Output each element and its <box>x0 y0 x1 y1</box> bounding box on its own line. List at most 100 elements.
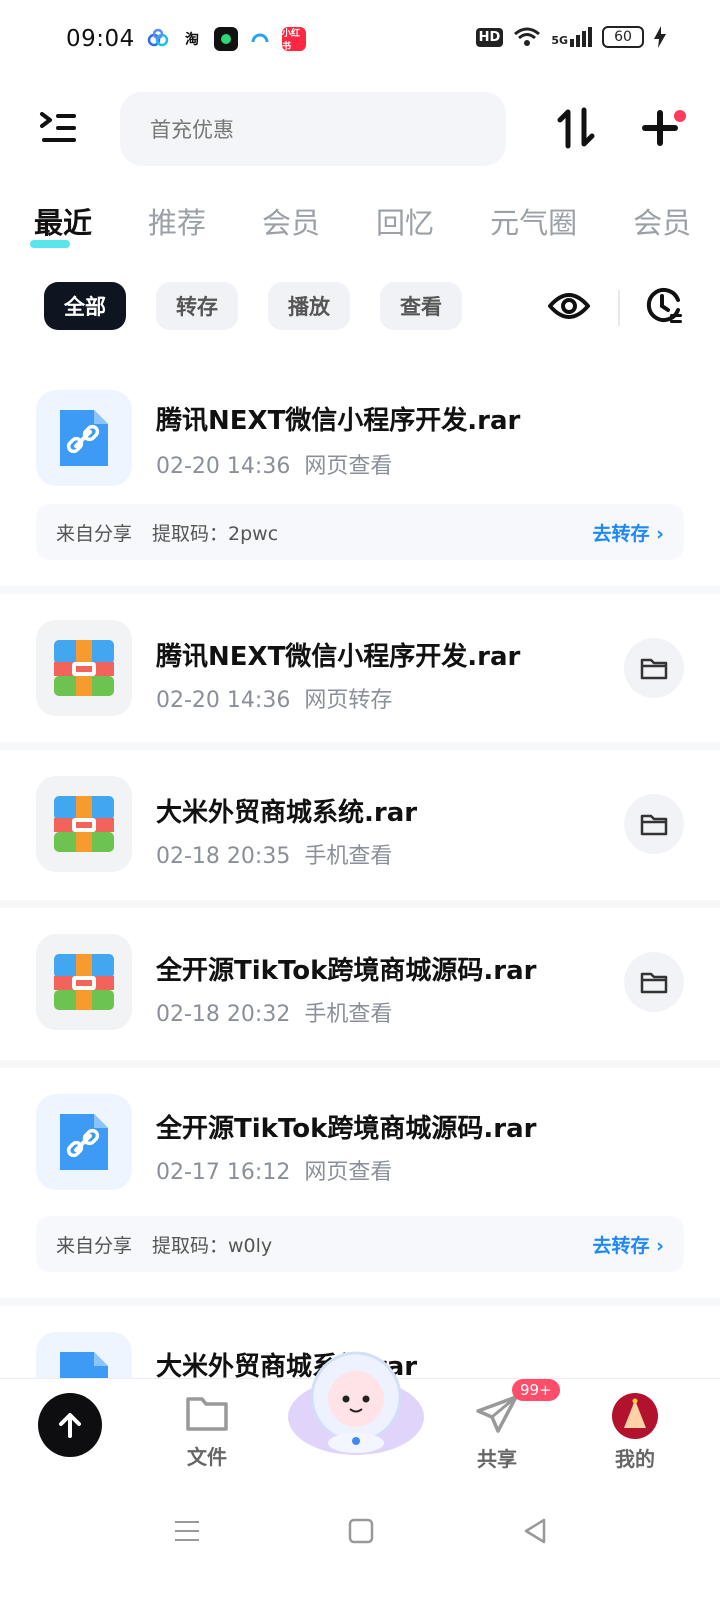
transfer-button[interactable] <box>554 106 598 150</box>
file-action: 网页查看 <box>304 454 393 479</box>
nav-share-label: 共享 <box>477 1447 517 1471</box>
file-title: 全开源TikTok跨境商城源码.rar <box>156 956 537 986</box>
file-date: 02-20 14:36 <box>156 688 291 713</box>
list-item[interactable]: 腾讯NEXT微信小程序开发.rar 02-20 14:36 网页查看 来自分享 … <box>0 378 720 594</box>
tab-memories[interactable]: 回忆 <box>376 200 434 242</box>
tab-member[interactable]: 会员 <box>262 200 320 242</box>
square-icon <box>348 1518 374 1544</box>
mascot-icon <box>288 1351 424 1455</box>
link-file-icon <box>60 410 108 466</box>
file-title: 腾讯NEXT微信小程序开发.rar <box>156 642 521 672</box>
history-button[interactable] <box>644 286 684 326</box>
eye-icon <box>547 293 591 319</box>
paper-plane-icon <box>476 1395 518 1433</box>
chip-played[interactable]: 播放 <box>268 282 350 330</box>
list-item[interactable]: 全开源TikTok跨境商城源码.rar 02-18 20:32 手机查看 <box>0 908 720 1068</box>
bottom-nav: 文件 共享 99+ 我的 <box>0 1351 720 1488</box>
folder-icon <box>640 972 668 994</box>
share-count-badge: 99+ <box>512 1379 560 1401</box>
filter-chips: 全部 转存 播放 查看 <box>44 282 462 330</box>
tab-recommend[interactable]: 推荐 <box>148 200 206 242</box>
menu-lines-icon <box>175 1521 199 1541</box>
arrow-up-icon <box>59 1413 81 1438</box>
status-bar: 09:04 淘 小红书 HD 5G 60 <box>0 0 720 80</box>
link-file-thumbnail <box>36 1094 132 1190</box>
hd-icon: HD <box>475 27 504 47</box>
file-action: 网页转存 <box>304 688 393 713</box>
share-info-bar: 来自分享 提取码：2pwc 去转存 › <box>36 504 684 560</box>
file-meta: 02-20 14:36 网页转存 <box>156 682 392 714</box>
visibility-button[interactable] <box>547 288 591 324</box>
archive-thumbnail <box>36 776 132 872</box>
charging-icon <box>654 26 666 48</box>
chip-viewed[interactable]: 查看 <box>380 282 462 330</box>
notification-dot <box>674 110 686 122</box>
chevron-right-icon: › <box>656 1234 664 1257</box>
link-file-thumbnail <box>36 390 132 486</box>
mascot-button[interactable] <box>286 1339 426 1459</box>
folder-icon <box>640 814 668 836</box>
share-code: 提取码：2pwc <box>152 522 279 545</box>
file-title: 全开源TikTok跨境商城源码.rar <box>156 1114 537 1144</box>
share-source: 来自分享 <box>56 522 133 545</box>
tab-yuanqi-circle[interactable]: 元气圈 <box>490 200 577 242</box>
clock-icon <box>646 288 682 323</box>
share-code: 提取码：w0ly <box>152 1234 273 1257</box>
open-folder-button[interactable] <box>624 952 684 1012</box>
list-item[interactable]: 大米外贸商城系统.rar 02-18 20:35 手机查看 <box>0 750 720 908</box>
nav-share[interactable]: 共享 <box>452 1393 542 1472</box>
go-save-button[interactable]: 去转存 › <box>593 519 664 546</box>
file-action: 手机查看 <box>304 1002 393 1027</box>
list-item[interactable]: 全开源TikTok跨境商城源码.rar 02-17 16:12 网页查看 来自分… <box>0 1068 720 1306</box>
share-source: 来自分享 <box>56 1234 133 1257</box>
file-meta: 02-20 14:36 网页查看 <box>156 448 392 480</box>
open-folder-button[interactable] <box>624 638 684 698</box>
file-title: 大米外贸商城系统.rar <box>156 798 418 828</box>
file-action: 手机查看 <box>304 844 393 869</box>
recent-file-list: 腾讯NEXT微信小程序开发.rar 02-20 14:36 网页查看 来自分享 … <box>0 378 720 1428</box>
menu-button[interactable] <box>38 108 82 148</box>
avatar <box>612 1393 658 1439</box>
file-meta: 02-18 20:35 手机查看 <box>156 838 392 870</box>
file-date: 02-18 20:35 <box>156 844 291 869</box>
file-action: 网页查看 <box>304 1160 393 1185</box>
tab-recent[interactable]: 最近 <box>29 200 92 248</box>
chip-all[interactable]: 全部 <box>44 282 126 330</box>
open-folder-button[interactable] <box>624 794 684 854</box>
search-input[interactable]: 首充优惠 <box>120 92 506 166</box>
wifi-icon <box>514 27 541 46</box>
status-right: HD 5G 60 <box>475 26 666 48</box>
file-meta: 02-18 20:32 手机查看 <box>156 996 392 1028</box>
home-button[interactable] <box>346 1516 386 1556</box>
upload-button[interactable] <box>38 1393 102 1457</box>
back-button[interactable] <box>520 1516 560 1556</box>
file-meta: 02-17 16:12 网页查看 <box>156 1154 392 1186</box>
archive-icon <box>54 640 114 696</box>
share-info-bar: 来自分享 提取码：w0ly 去转存 › <box>36 1216 684 1272</box>
chevron-right-icon: › <box>656 522 664 545</box>
status-time: 09:04 <box>66 26 135 52</box>
transfer-icon <box>557 107 595 149</box>
folder-icon <box>640 658 668 680</box>
system-nav-bar <box>0 1496 720 1604</box>
menu-icon <box>40 112 76 142</box>
tab-member-2[interactable]: 会员 <box>633 200 691 242</box>
file-date: 02-18 20:32 <box>156 1002 291 1027</box>
recent-apps-button[interactable] <box>172 1516 212 1556</box>
nav-me-label: 我的 <box>615 1447 655 1471</box>
archive-thumbnail <box>36 934 132 1030</box>
baidu-netdisk-icon <box>146 27 170 51</box>
archive-thumbnail <box>36 620 132 716</box>
go-save-button[interactable]: 去转存 › <box>593 1231 664 1258</box>
nav-files[interactable]: 文件 <box>162 1393 252 1470</box>
archive-icon <box>54 796 114 852</box>
triangle-back-icon <box>524 1518 546 1544</box>
signal-icon: 5G <box>551 27 592 47</box>
chip-saved[interactable]: 转存 <box>156 282 238 330</box>
divider <box>618 290 620 326</box>
nav-me[interactable]: 我的 <box>590 1393 680 1472</box>
link-file-icon <box>60 1114 108 1170</box>
list-item[interactable]: 腾讯NEXT微信小程序开发.rar 02-20 14:36 网页转存 <box>0 594 720 750</box>
archive-icon <box>54 954 114 1010</box>
file-title: 腾讯NEXT微信小程序开发.rar <box>156 406 521 436</box>
